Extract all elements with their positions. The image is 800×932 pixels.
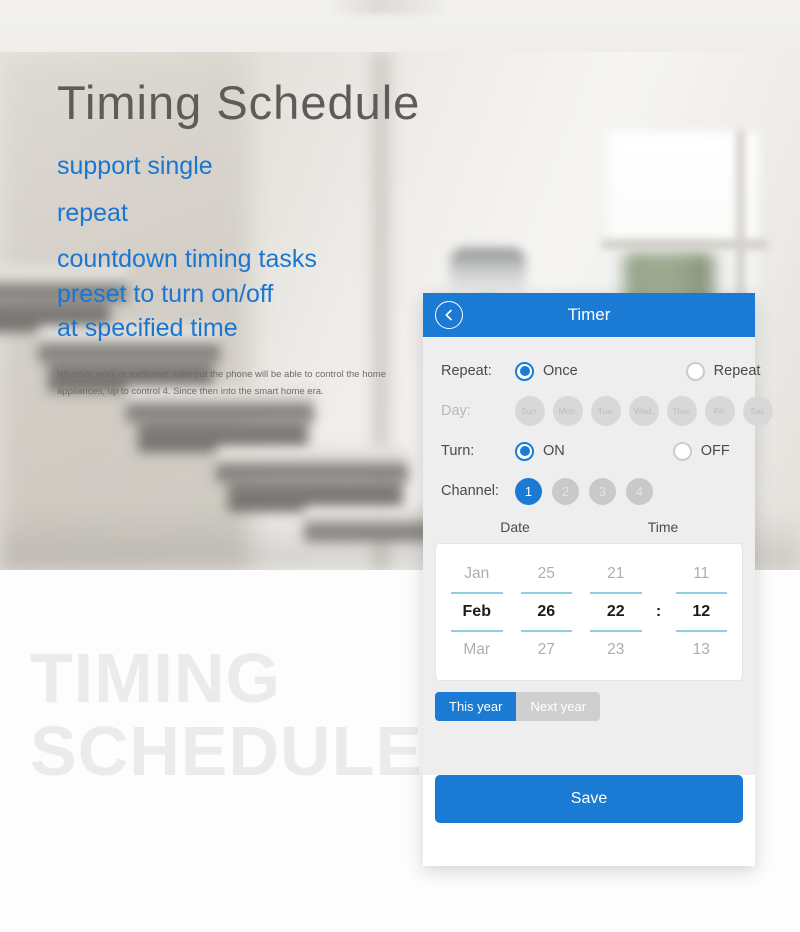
day-chip-tue[interactable]: Tue. xyxy=(591,396,621,426)
hero-line-3: countdown timing tasks xyxy=(57,245,317,274)
picker-column-minute[interactable]: 11 12 13 xyxy=(667,556,737,668)
radio-on-icon[interactable] xyxy=(515,441,534,461)
panel-title: Timer xyxy=(567,305,611,324)
picker-column-month[interactable]: Jan Feb Mar xyxy=(442,556,512,668)
channel-button-2[interactable]: 2 xyxy=(552,477,579,505)
channel-button-4[interactable]: 4 xyxy=(626,477,653,505)
panel-body: Repeat: Once Repeat Day: Sun. Mon. Tue. … xyxy=(423,337,773,775)
repeat-option-once-label: Once xyxy=(543,363,578,379)
panel-header: Timer xyxy=(423,293,755,337)
picker-column-hour[interactable]: 21 22 23 xyxy=(581,556,651,668)
picker-day-next[interactable]: 27 xyxy=(512,632,582,668)
channel-group: 1 2 3 4 xyxy=(515,477,653,505)
radio-repeat-icon[interactable] xyxy=(685,361,705,381)
date-header: Date xyxy=(500,519,530,535)
timer-panel: Timer Repeat: Once Repeat Day: Sun. Mon.… xyxy=(423,293,773,866)
repeat-row: Repeat: Once Repeat xyxy=(423,351,760,391)
chevron-left-icon xyxy=(442,308,456,322)
turn-option-on-label: ON xyxy=(543,443,565,459)
turn-row: Turn: ON OFF xyxy=(423,431,755,471)
time-colon-glyph: : xyxy=(655,603,662,620)
repeat-label: Repeat: xyxy=(441,363,492,379)
repeat-option-repeat-label: Repeat xyxy=(713,363,761,379)
hero-title: Timing Schedule xyxy=(57,76,421,129)
turn-option-on[interactable]: ON xyxy=(515,441,565,461)
time-header: Time xyxy=(647,519,679,535)
picker-day-current[interactable]: 26 xyxy=(512,594,582,630)
picker-minute-current[interactable]: 12 xyxy=(667,594,737,630)
day-chip-group: Sun. Mon. Tue. Wed. Thur. Fri. Sat. xyxy=(515,396,773,426)
turn-option-off[interactable]: OFF xyxy=(672,441,730,461)
panel-footer: Save xyxy=(423,775,755,835)
day-chip-sun[interactable]: Sun. xyxy=(515,396,545,426)
picker-day-prev[interactable]: 25 xyxy=(512,556,582,592)
channel-button-3[interactable]: 3 xyxy=(589,477,616,505)
day-chip-mon[interactable]: Mon. xyxy=(553,396,583,426)
picker-month-current[interactable]: Feb xyxy=(442,594,512,630)
watermark-text: TIMING SCHEDULE xyxy=(30,643,424,790)
top-strip-artifact xyxy=(330,0,450,14)
turn-label: Turn: xyxy=(441,443,475,459)
day-chip-fri[interactable]: Fri. xyxy=(705,396,735,426)
back-button[interactable] xyxy=(435,301,463,329)
picker-month-prev[interactable]: Jan xyxy=(442,556,512,592)
day-chip-thur[interactable]: Thur. xyxy=(667,396,697,426)
day-label: Day: xyxy=(441,403,471,419)
picker-month-next[interactable]: Mar xyxy=(442,632,512,668)
radio-once-icon[interactable] xyxy=(515,361,534,381)
this-year-button[interactable]: This year xyxy=(435,692,517,721)
year-toggle-group: This year Next year xyxy=(435,692,601,721)
save-button[interactable]: Save xyxy=(435,775,743,823)
repeat-option-once[interactable]: Once xyxy=(515,361,578,381)
watermark-line-2: SCHEDULE xyxy=(30,711,424,790)
time-colon-separator: : xyxy=(651,556,667,668)
channel-row: Channel: 1 2 3 4 xyxy=(423,471,755,511)
watermark-line-1: TIMING xyxy=(30,639,281,717)
channel-label: Channel: xyxy=(441,483,500,499)
channel-button-1[interactable]: 1 xyxy=(515,477,542,505)
hero-line-1: support single xyxy=(57,152,213,181)
day-chip-wed[interactable]: Wed. xyxy=(629,396,659,426)
hero-line-2: repeat xyxy=(57,198,128,227)
radio-off-icon[interactable] xyxy=(672,441,692,461)
page-root: Timing Schedule support single repeat co… xyxy=(0,0,800,932)
picker-hour-current[interactable]: 22 xyxy=(581,594,651,630)
picker-hour-prev[interactable]: 21 xyxy=(581,556,651,592)
top-strip xyxy=(0,0,800,52)
day-chip-sat[interactable]: Sat. xyxy=(743,396,773,426)
repeat-radio-group: Once Repeat xyxy=(515,361,761,381)
picker-column-day[interactable]: 25 26 27 xyxy=(512,556,582,668)
next-year-button[interactable]: Next year xyxy=(516,692,601,721)
hero-fine-print: Whether work or exclusive, take out the … xyxy=(57,368,386,398)
picker-hour-next[interactable]: 23 xyxy=(581,632,651,668)
datetime-picker: Jan Feb Mar 25 26 27 21 22 23: 11 12 13 xyxy=(435,543,743,681)
picker-minute-prev[interactable]: 11 xyxy=(667,556,737,592)
day-row: Day: Sun. Mon. Tue. Wed. Thur. Fri. Sat. xyxy=(423,391,773,431)
turn-option-off-label: OFF xyxy=(700,443,730,459)
turn-radio-group: ON OFF xyxy=(515,441,737,461)
repeat-option-repeat[interactable]: Repeat xyxy=(685,361,761,381)
picker-minute-next[interactable]: 13 xyxy=(667,632,737,668)
picker-headers: Date Time xyxy=(423,519,755,535)
